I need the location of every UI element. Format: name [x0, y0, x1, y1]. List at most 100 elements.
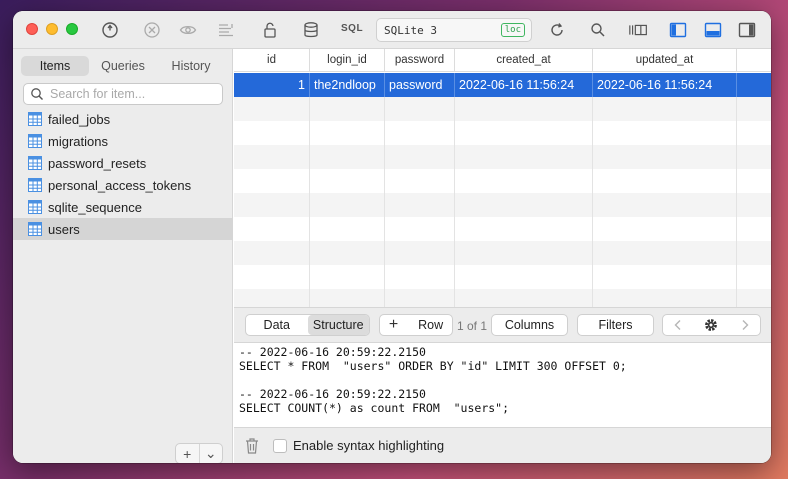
- sidebar-item-users[interactable]: users: [13, 218, 233, 240]
- sql-label[interactable]: SQL: [341, 23, 363, 34]
- empty-row: [234, 289, 771, 307]
- zoom-window-button[interactable]: [66, 23, 78, 35]
- tab-data[interactable]: Data: [246, 315, 308, 335]
- refresh-icon[interactable]: [547, 20, 567, 40]
- page-indicator: 1 of 1: [457, 319, 488, 333]
- search-icon: [31, 88, 43, 100]
- toolbar: SQL SQLite 3 loc: [13, 11, 771, 49]
- grid-header: id login_id password created_at updated_…: [234, 49, 771, 72]
- chevron-left-icon[interactable]: [673, 319, 683, 331]
- query-console[interactable]: -- 2022-06-16 20:59:22.2150 SELECT * FRO…: [234, 343, 771, 427]
- chevron-down-icon[interactable]: ⌄: [200, 444, 223, 463]
- gear-icon[interactable]: [703, 317, 719, 333]
- lock-icon[interactable]: [260, 20, 280, 40]
- table-icon: [28, 112, 42, 126]
- cell-login-id[interactable]: the2ndloop: [310, 73, 385, 97]
- table-icon: [28, 178, 42, 192]
- left-panel-toggle-icon[interactable]: [668, 20, 688, 40]
- table-label: failed_jobs: [48, 111, 111, 127]
- empty-row: [234, 265, 771, 289]
- column-divider: [384, 97, 385, 307]
- connection-badge: loc: [500, 23, 525, 37]
- trash-icon[interactable]: [244, 437, 260, 455]
- column-divider: [592, 97, 593, 307]
- empty-row: [234, 193, 771, 217]
- app-window: SQL SQLite 3 loc Items Queries History S…: [13, 11, 771, 463]
- table-label: password_resets: [48, 155, 147, 171]
- add-row-label: Row: [418, 318, 444, 332]
- table-icon: [28, 134, 42, 148]
- table-label: personal_access_tokens: [48, 177, 192, 193]
- sidebar-item-personal-access-tokens[interactable]: personal_access_tokens: [13, 174, 233, 196]
- search-input[interactable]: [50, 86, 218, 102]
- table-icon: [28, 222, 42, 236]
- plus-icon: +: [388, 316, 399, 333]
- table-icon: [28, 200, 42, 214]
- search-box: [23, 83, 223, 105]
- tab-queries[interactable]: Queries: [89, 56, 157, 76]
- connection-name: SQLite 3: [384, 24, 437, 37]
- bottom-panel-toggle-icon[interactable]: [703, 20, 723, 40]
- tab-structure[interactable]: Structure: [307, 315, 369, 335]
- view-mode-tabs: Data Structure: [245, 314, 370, 336]
- sidebar-add-group: + ⌄: [175, 443, 223, 463]
- console-line: -- 2022-06-16 20:59:22.2150: [239, 387, 426, 401]
- syntax-highlighting-checkbox[interactable]: [273, 439, 287, 453]
- empty-row: [234, 241, 771, 265]
- data-grid: id login_id password created_at updated_…: [234, 49, 771, 307]
- close-window-button[interactable]: [26, 23, 38, 35]
- syntax-highlighting-label[interactable]: Enable syntax highlighting: [293, 438, 444, 453]
- connection-box[interactable]: SQLite 3 loc: [376, 18, 532, 42]
- column-header-id[interactable]: id: [234, 49, 310, 72]
- empty-row: [234, 217, 771, 241]
- table-label: sqlite_sequence: [48, 199, 142, 215]
- sidebar-item-failed-jobs[interactable]: failed_jobs: [13, 108, 233, 130]
- power-icon[interactable]: [100, 20, 120, 40]
- columns-button[interactable]: Columns: [491, 314, 568, 336]
- minimize-window-button[interactable]: [46, 23, 58, 35]
- console-line: -- 2022-06-16 20:59:22.2150: [239, 345, 426, 359]
- column-header-password[interactable]: password: [385, 49, 455, 72]
- eye-icon[interactable]: [178, 20, 198, 40]
- stop-icon[interactable]: [142, 20, 162, 40]
- empty-row: [234, 145, 771, 169]
- format-icon[interactable]: [216, 20, 236, 40]
- right-panel-toggle-icon[interactable]: [737, 20, 757, 40]
- cell-password[interactable]: password: [385, 73, 455, 97]
- column-header-updated-at[interactable]: updated_at: [593, 49, 737, 72]
- column-divider: [309, 97, 310, 307]
- column-header-created-at[interactable]: created_at: [455, 49, 593, 72]
- columns-view-icon[interactable]: [627, 20, 651, 40]
- console-line: SELECT COUNT(*) as count FROM "users";: [239, 401, 510, 415]
- sidebar-item-sqlite-sequence[interactable]: sqlite_sequence: [13, 196, 233, 218]
- add-button[interactable]: +: [176, 444, 200, 463]
- tab-items[interactable]: Items: [21, 56, 89, 76]
- cell-id[interactable]: 1: [234, 73, 310, 97]
- console-toolbar: Enable syntax highlighting: [234, 427, 771, 463]
- database-icon[interactable]: [301, 20, 321, 40]
- chevron-right-icon[interactable]: [740, 319, 750, 331]
- sidebar: Items Queries History failed_jobs migrat…: [13, 49, 233, 463]
- cell-created-at[interactable]: 2022-06-16 11:56:24: [455, 73, 593, 97]
- search-icon[interactable]: [588, 20, 608, 40]
- sidebar-tabs: Items Queries History: [21, 56, 225, 76]
- tab-history[interactable]: History: [157, 56, 225, 76]
- pager-controls: [662, 314, 761, 336]
- table-row[interactable]: 1 the2ndloop password 2022-06-16 11:56:2…: [234, 73, 771, 97]
- cell-updated-at[interactable]: 2022-06-16 11:56:24: [593, 73, 737, 97]
- empty-row: [234, 169, 771, 193]
- table-label: users: [48, 221, 80, 237]
- table-icon: [28, 156, 42, 170]
- column-divider: [454, 97, 455, 307]
- empty-row: [234, 97, 771, 121]
- table-list: failed_jobs migrations password_resets p…: [13, 108, 233, 240]
- console-line: SELECT * FROM "users" ORDER BY "id" LIMI…: [239, 359, 627, 373]
- filters-button[interactable]: Filters: [577, 314, 654, 336]
- sidebar-item-migrations[interactable]: migrations: [13, 130, 233, 152]
- column-header-login-id[interactable]: login_id: [310, 49, 385, 72]
- column-divider: [736, 97, 737, 307]
- bottom-toolbar: Data Structure + Row 1 of 1 Columns Filt…: [234, 307, 771, 343]
- empty-row: [234, 121, 771, 145]
- add-row-button[interactable]: + Row: [379, 314, 453, 336]
- sidebar-item-password-resets[interactable]: password_resets: [13, 152, 233, 174]
